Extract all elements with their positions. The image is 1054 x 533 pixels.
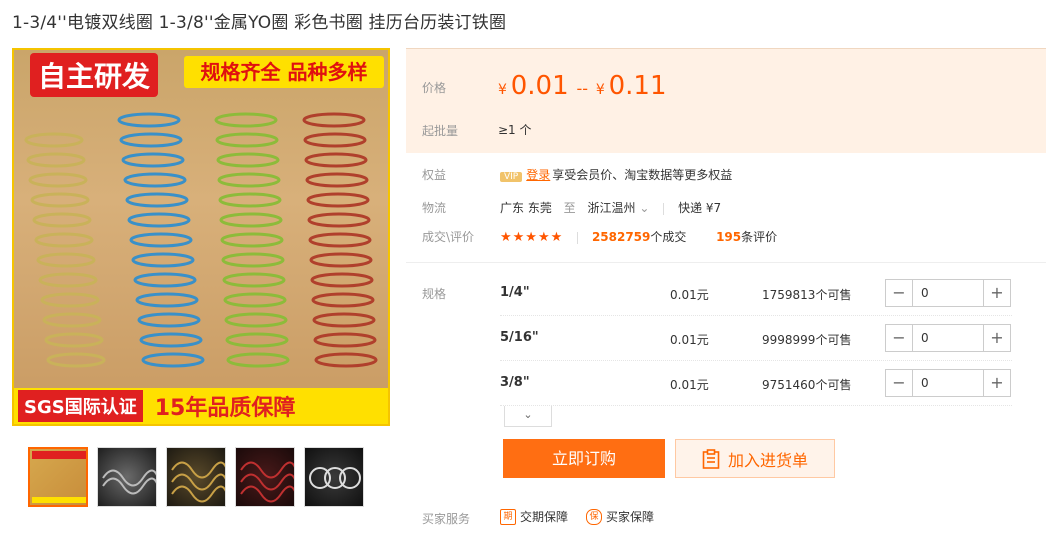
- thumbnail-4[interactable]: [235, 447, 295, 507]
- increment-button[interactable]: +: [984, 370, 1010, 396]
- currency-symbol: ¥: [498, 82, 507, 98]
- thumbnail-banner-icon: [32, 497, 86, 503]
- review-count-unit: 条评价: [741, 230, 778, 244]
- spec-stock: 1759813个可售: [762, 288, 852, 302]
- deals-label: 成交\评价: [422, 230, 475, 244]
- thumbnail-1[interactable]: [28, 447, 88, 507]
- login-link[interactable]: 登录: [526, 168, 550, 182]
- spec-row: 5/16" 0.01元 9998999个可售 − 0 +: [500, 316, 1012, 361]
- divider: [663, 202, 665, 215]
- divider: [577, 231, 579, 244]
- spec-label: 规格: [422, 287, 447, 301]
- thumbnail-strip: [28, 447, 364, 507]
- main-product-image[interactable]: 自主研发 规格齐全 品种多样 SGS国际认证 15年品质保障: [12, 48, 390, 426]
- thumbnail-banner-icon: [32, 451, 86, 459]
- spec-name: 1/4": [500, 285, 530, 300]
- logistics-row: 物流 广东 东莞 至 浙江温州 ⌄ 快递 ¥7: [422, 199, 721, 216]
- deal-count: 2582759: [591, 230, 651, 244]
- spec-price: 0.01元: [670, 333, 709, 347]
- price-label: 价格: [422, 81, 447, 95]
- increment-button[interactable]: +: [984, 325, 1010, 351]
- buyer-guarantee[interactable]: 保 买家保障: [586, 508, 654, 525]
- quantity-input[interactable]: 0: [912, 280, 984, 306]
- increment-button[interactable]: +: [984, 280, 1010, 306]
- quantity-stepper: − 0 +: [885, 324, 1011, 352]
- spec-price: 0.01元: [670, 288, 709, 302]
- chevron-down-icon: ⌄: [639, 201, 650, 215]
- spec-area: 规格 1/4" 0.01元 1759813个可售 − 0 + 5/16" 0.0…: [406, 262, 1046, 413]
- delivery-guarantee-icon: 期: [500, 508, 516, 525]
- sgs-badge: SGS国际认证: [18, 390, 143, 422]
- image-bottom-banner: SGS国际认证 15年品质保障: [14, 388, 388, 424]
- spec-row: 1/4" 0.01元 1759813个可售 − 0 +: [500, 271, 1012, 316]
- rating-stars-icon: ★★★★★: [500, 230, 564, 245]
- product-title: 1-3/4''电镀双线圈 1-3/8''金属YO圈 彩色书圈 挂历台历装订铁圈: [12, 13, 507, 33]
- delivery-guarantee-text: 交期保障: [520, 510, 569, 524]
- image-banner-left: 自主研发: [30, 53, 159, 97]
- binding-coils-illustration: [24, 112, 378, 368]
- spec-name: 5/16": [500, 330, 539, 345]
- ship-to: 浙江温州: [587, 201, 636, 215]
- min-order-value: ≥1 个: [498, 123, 532, 137]
- thumbnail-3[interactable]: [166, 447, 226, 507]
- quantity-stepper: − 0 +: [885, 279, 1011, 307]
- spec-stock: 9998999个可售: [762, 333, 852, 347]
- vip-badge: VIP: [500, 172, 523, 182]
- spec-name: 3/8": [500, 375, 530, 390]
- spec-price: 0.01元: [670, 378, 709, 392]
- image-banner-right: 规格齐全 品种多样: [184, 56, 384, 88]
- min-order-label: 起批量: [422, 124, 459, 138]
- deal-count-unit: 个成交: [650, 230, 687, 244]
- delivery-guarantee[interactable]: 期 交期保障: [500, 508, 568, 525]
- quantity-input[interactable]: 0: [912, 370, 984, 396]
- quantity-input[interactable]: 0: [912, 325, 984, 351]
- price-box: 价格 ¥ 0.01 -- ¥ 0.11 起批量 ≥1 个: [406, 48, 1046, 153]
- price-high: 0.11: [608, 71, 667, 101]
- add-to-cart-label: 加入进货单: [727, 450, 808, 470]
- deals-row: 成交\评价 ★★★★★ 2582759个成交 195条评价: [422, 228, 777, 245]
- ship-from: 广东 东莞: [500, 201, 552, 215]
- decrement-button[interactable]: −: [886, 325, 912, 351]
- buyer-guarantee-icon: 保: [586, 508, 602, 525]
- price-separator: --: [576, 79, 589, 98]
- buy-now-button[interactable]: 立即订购: [503, 439, 665, 478]
- review-count[interactable]: 195: [716, 230, 741, 244]
- quantity-stepper: − 0 +: [885, 369, 1011, 397]
- thumbnail-2[interactable]: [97, 447, 157, 507]
- express-fee: 快递 ¥7: [678, 201, 722, 215]
- decrement-button[interactable]: −: [886, 370, 912, 396]
- spec-stock: 9751460个可售: [762, 378, 852, 392]
- logistics-label: 物流: [422, 201, 447, 215]
- silver-coil-icon: [102, 469, 156, 495]
- buyer-guarantee-text: 买家保障: [606, 510, 655, 524]
- price-range: ¥ 0.01 -- ¥ 0.11: [498, 71, 666, 101]
- decrement-button[interactable]: −: [886, 280, 912, 306]
- currency-symbol: ¥: [595, 82, 605, 98]
- quality-years-text: 15年品质保障: [154, 396, 296, 421]
- black-coil-icon: [309, 467, 361, 489]
- benefits-text: 享受会员价、淘宝数据等更多权益: [552, 168, 733, 182]
- chevron-down-icon: ⌄: [523, 408, 533, 421]
- ship-to-selector[interactable]: 浙江温州 ⌄: [588, 201, 650, 215]
- spec-row: 3/8" 0.01元 9751460个可售 − 0 +: [500, 361, 1012, 406]
- buyer-service-label: 买家服务: [422, 512, 471, 526]
- price-low: 0.01: [510, 71, 569, 101]
- thumbnail-5[interactable]: [304, 447, 364, 507]
- ship-to-word: 至: [563, 201, 576, 215]
- benefits-label: 权益: [422, 168, 447, 182]
- clipboard-icon: [702, 448, 720, 469]
- add-to-cart-button[interactable]: 加入进货单: [675, 439, 835, 478]
- red-coil-icon: [240, 461, 294, 503]
- benefits-row: 权益 VIP 登录 享受会员价、淘宝数据等更多权益: [422, 166, 732, 183]
- expand-specs-button[interactable]: ⌄: [504, 406, 552, 427]
- gold-coil-icon: [171, 461, 225, 503]
